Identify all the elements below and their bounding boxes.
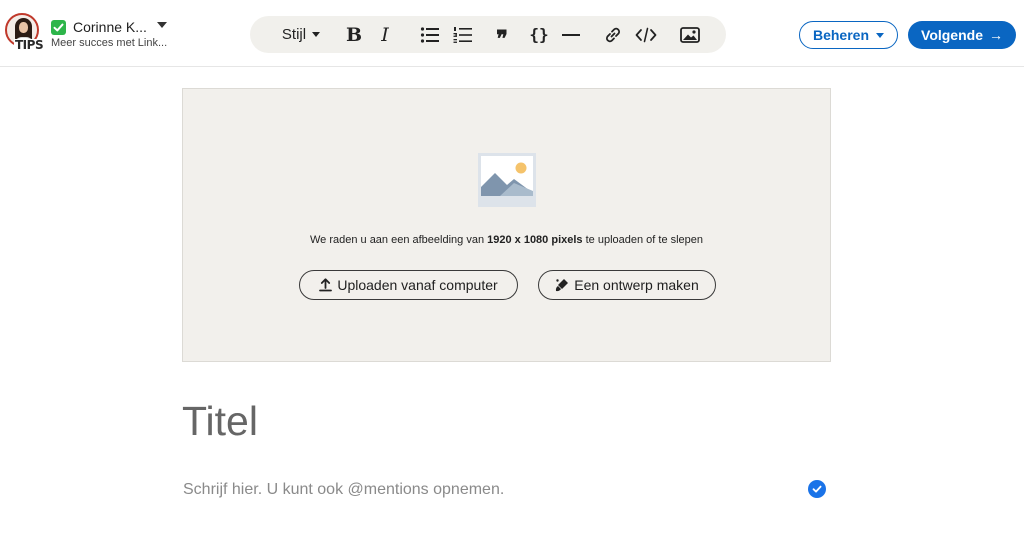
bold-button[interactable]: B	[342, 16, 366, 53]
bullet-list-icon	[420, 26, 439, 43]
formatting-toolbar: Stijl B I ❞ {}	[250, 16, 726, 53]
design-button-label: Een ontwerp maken	[574, 277, 699, 293]
numbered-list-button[interactable]	[451, 16, 475, 53]
author-subtitle: Meer succes met Link...	[51, 37, 168, 49]
arrow-right-icon: →	[988, 27, 1003, 43]
hint-text: te uploaden of te slepen	[582, 234, 704, 246]
next-button-label: Volgende	[921, 27, 983, 43]
avatar-badge-text: TIPS	[14, 38, 45, 52]
article-body-input[interactable]: Schrijf hier. U kunt ook @mentions opnem…	[183, 481, 504, 499]
author-avatar[interactable]: TIPS	[5, 13, 45, 53]
embed-code-icon	[635, 27, 657, 42]
insert-image-button[interactable]	[678, 16, 702, 53]
author-selector[interactable]: Corinne K... Meer succes met Link...	[51, 18, 167, 49]
next-button[interactable]: Volgende →	[908, 21, 1016, 49]
cover-image-hint: We raden u aan een afbeelding van 1920 x…	[183, 234, 830, 246]
bullet-list-button[interactable]	[418, 16, 442, 53]
quote-button[interactable]: ❞	[490, 16, 514, 53]
cover-image-dropzone[interactable]: We raden u aan een afbeelding van 1920 x…	[182, 88, 831, 362]
create-design-button[interactable]: Een ontwerp maken	[538, 270, 716, 300]
grammar-check-icon[interactable]	[808, 480, 826, 498]
article-title-input[interactable]: Titel	[182, 398, 258, 445]
numbered-list-icon	[453, 26, 472, 43]
upload-button-label: Uploaden vanaf computer	[337, 277, 498, 293]
embed-code-button[interactable]	[633, 16, 659, 53]
author-name: Corinne K...	[73, 19, 147, 35]
upload-icon	[319, 278, 333, 292]
design-brush-icon	[555, 278, 569, 292]
hint-dimensions: 1920 x 1080 pixels	[487, 234, 583, 246]
italic-button[interactable]: I	[374, 16, 396, 53]
style-dropdown[interactable]: Stijl	[272, 16, 330, 53]
upload-from-computer-button[interactable]: Uploaden vanaf computer	[299, 270, 518, 300]
verified-check-icon	[51, 19, 66, 35]
link-icon	[606, 27, 620, 42]
chevron-down-icon	[312, 32, 321, 37]
style-dropdown-label: Stijl	[281, 26, 307, 43]
code-block-button[interactable]: {}	[526, 16, 552, 53]
chevron-down-icon[interactable]	[156, 22, 167, 28]
hint-text: We raden u aan een afbeelding van	[309, 234, 488, 246]
top-bar: TIPS Corinne K... Meer succes met Link..…	[0, 0, 1024, 67]
horizontal-rule-button[interactable]	[559, 16, 583, 53]
manage-button-label: Beheren	[812, 27, 870, 43]
horizontal-rule-icon	[562, 33, 580, 36]
link-button[interactable]	[601, 16, 625, 53]
image-icon	[680, 26, 700, 43]
chevron-down-icon	[876, 32, 885, 38]
image-placeholder-icon	[478, 153, 536, 207]
manage-button[interactable]: Beheren	[799, 21, 898, 49]
